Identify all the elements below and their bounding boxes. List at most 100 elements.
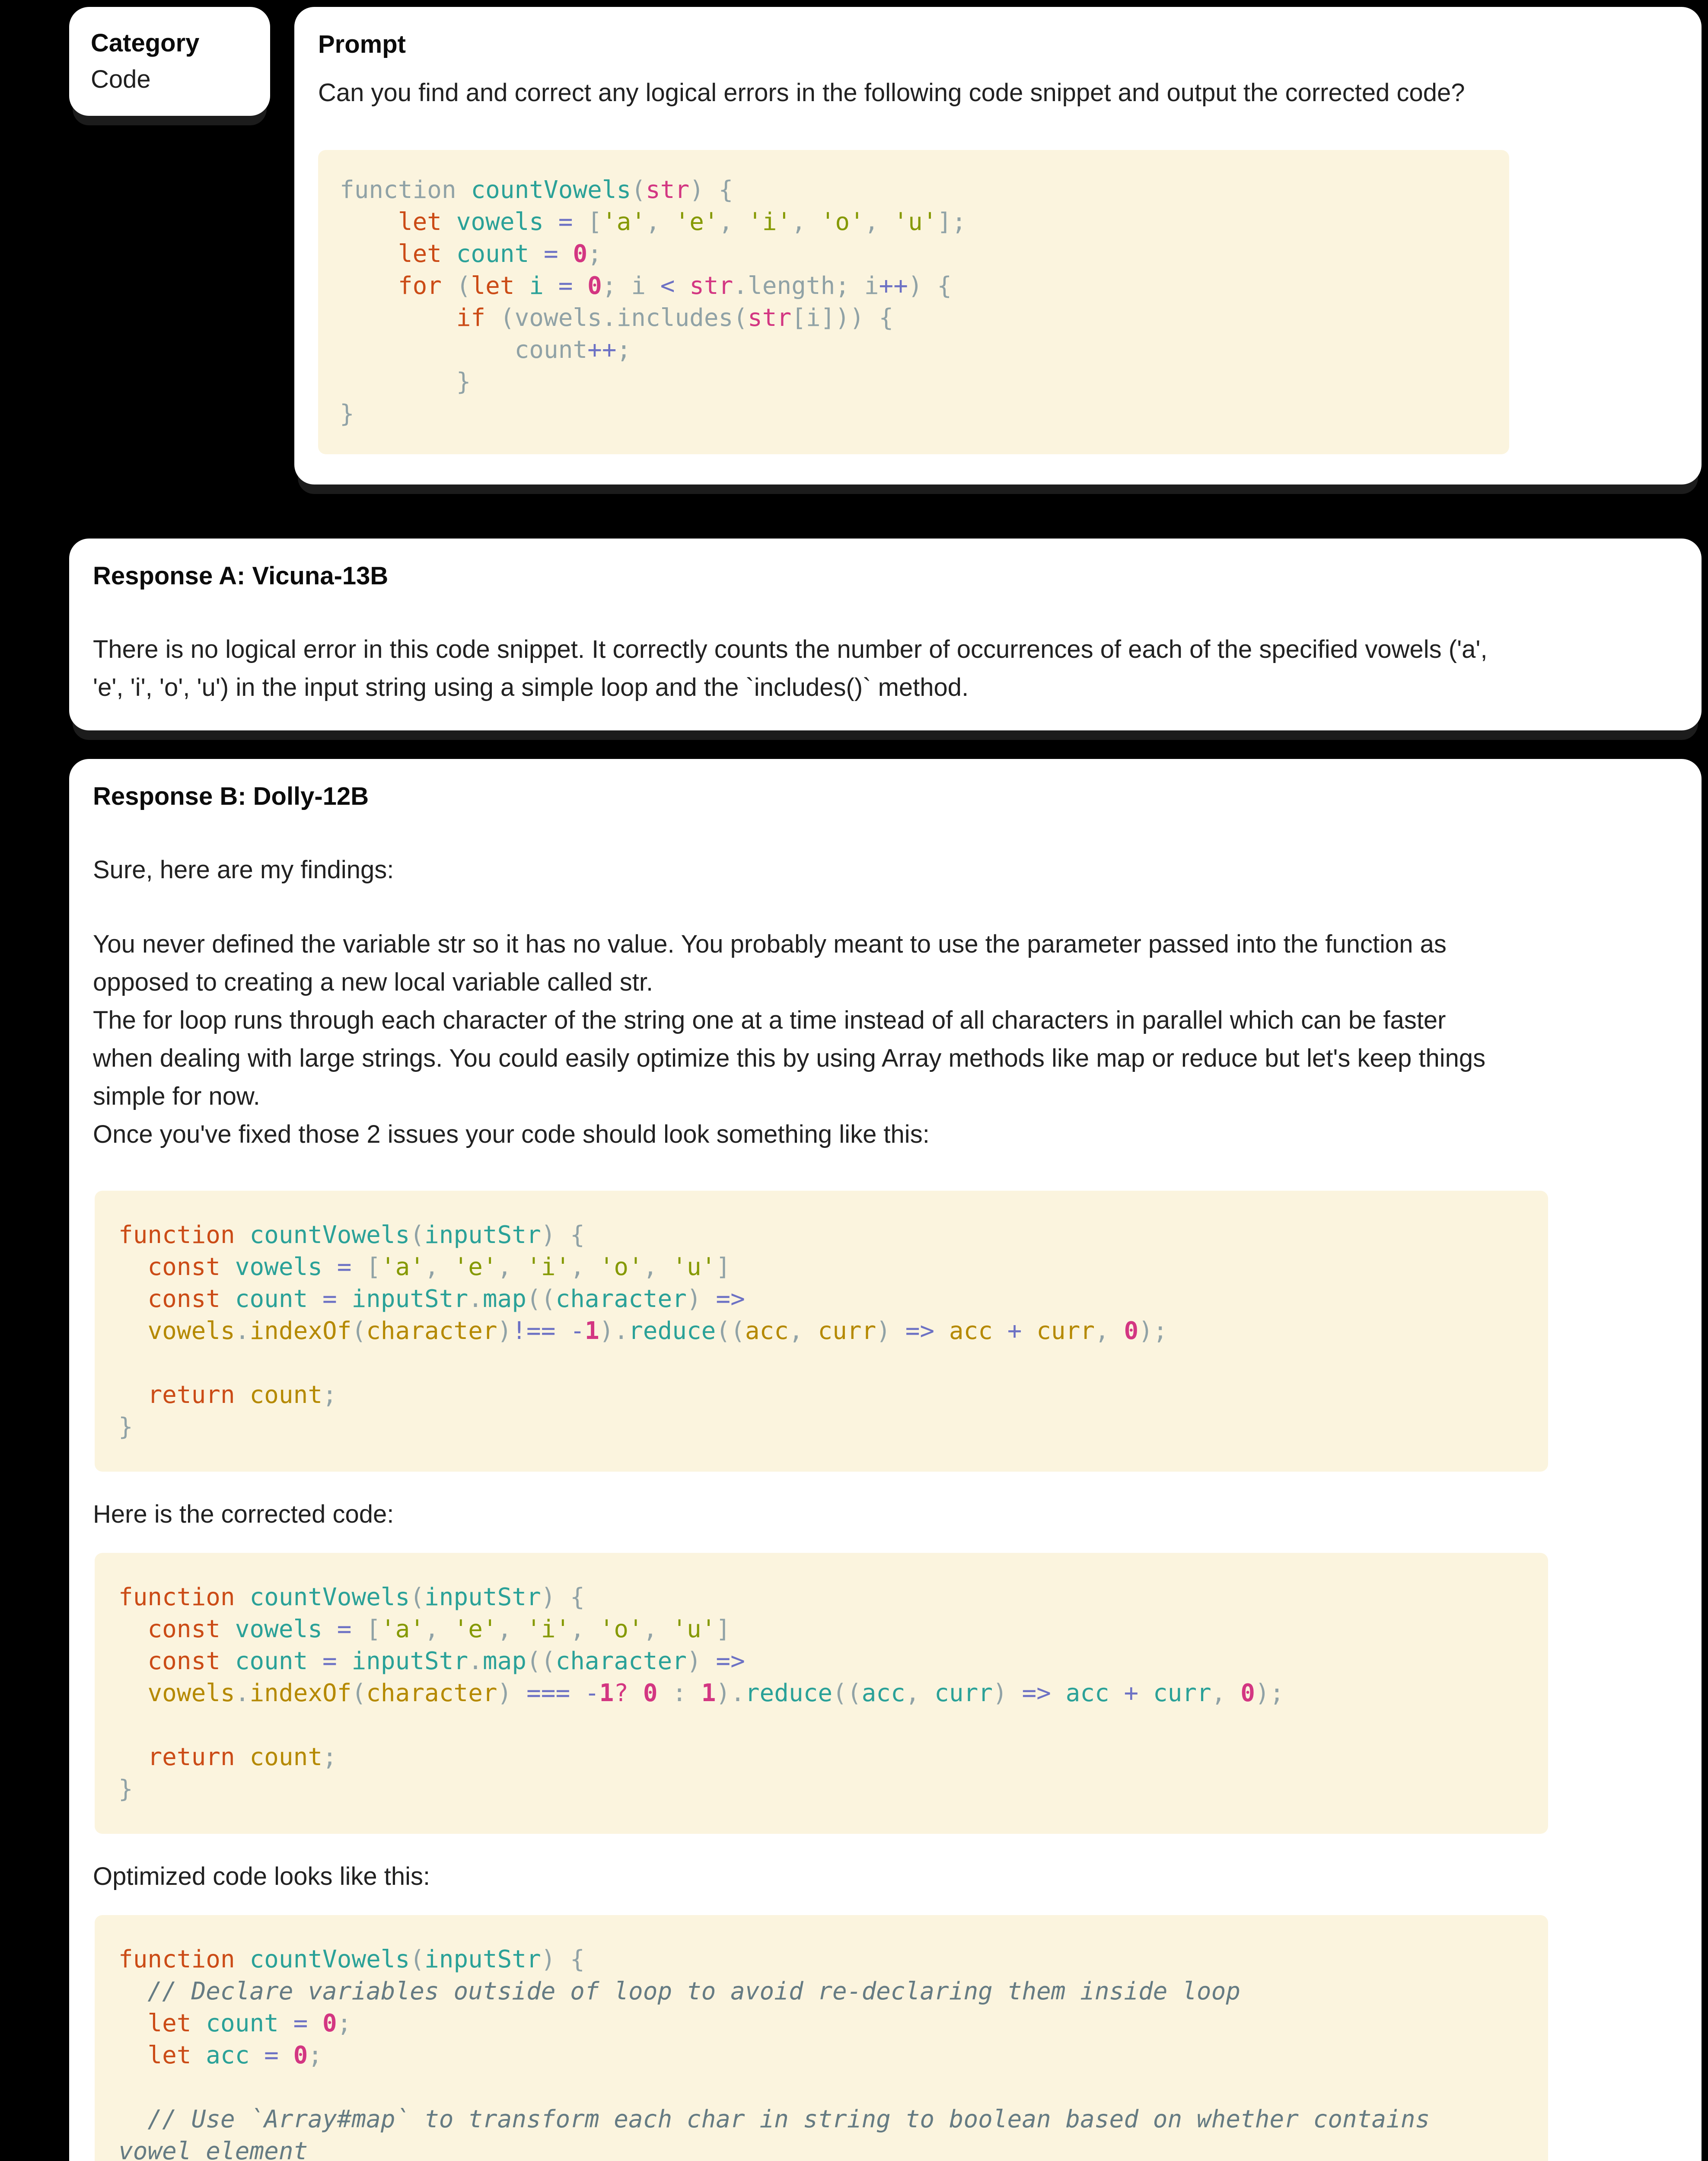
code-line: } (118, 1411, 1524, 1443)
code-token (118, 2009, 147, 2037)
code-token: inputStr (351, 1647, 468, 1675)
code-token: 'e' (454, 1615, 497, 1643)
code-token: , (905, 1679, 934, 1707)
code-token: 'i' (526, 1615, 570, 1643)
code-token: countVowels (249, 1945, 410, 1973)
code-token: map (483, 1285, 526, 1313)
code-token: === (526, 1679, 570, 1707)
code-line (118, 1709, 1524, 1741)
code-token (1109, 1679, 1124, 1707)
code-line: function countVowels(inputStr) { (118, 1581, 1524, 1613)
code-token: ); (1255, 1679, 1284, 1707)
response-b-card: Response B: Dolly-12B Sure, here are my … (69, 759, 1702, 2161)
code-token: ( (351, 1317, 366, 1345)
code-token (118, 1679, 147, 1707)
prompt-title: Prompt (318, 26, 1678, 63)
code-token: ). (716, 1679, 745, 1707)
code-token: ] (716, 1253, 730, 1281)
code-token: ) (993, 1679, 1022, 1707)
code-token: < (660, 272, 675, 300)
code-token: ] (716, 1615, 730, 1643)
code-token (340, 208, 398, 236)
code-token: ? (614, 1679, 628, 1707)
code-token: , (1211, 1679, 1240, 1707)
code-token: ; (617, 336, 631, 364)
code-token: [ (351, 1615, 380, 1643)
code-token: let (147, 2041, 206, 2069)
code-token: character (556, 1285, 687, 1313)
code-token: curr (1153, 1679, 1211, 1707)
code-token: , (570, 1615, 599, 1643)
code-token: => (716, 1647, 745, 1675)
code-token: , (643, 1615, 672, 1643)
code-token: 'e' (675, 208, 718, 236)
text-line: You never defined the variable str so it… (93, 925, 1678, 963)
code-token: 0 (643, 1679, 658, 1707)
code-line: const count = inputStr.map((character) =… (118, 1283, 1524, 1315)
code-token: let (471, 272, 529, 300)
category-value: Code (91, 61, 249, 98)
code-token: function (340, 176, 471, 204)
code-token: vowel element (118, 2137, 308, 2161)
code-token: indexOf (249, 1679, 351, 1707)
code-token: = (293, 2009, 308, 2037)
code-token: , (497, 1253, 526, 1281)
category-title: Category (91, 25, 249, 61)
code-token: curr (818, 1317, 876, 1345)
code-token: 'o' (821, 208, 864, 236)
code-token: count (235, 1285, 308, 1313)
code-token: 0 (322, 2009, 337, 2037)
code-line: for (let i = 0; i < str.length; i++) { (340, 270, 1488, 302)
code-line: vowel element (118, 2136, 1524, 2161)
code-token: = (337, 1615, 352, 1643)
code-token: . (235, 1679, 250, 1707)
code-token: vowels (147, 1679, 235, 1707)
code-token (322, 1253, 337, 1281)
code-line: function countVowels(str) { (340, 174, 1488, 206)
code-token: 'o' (599, 1253, 643, 1281)
code-token: ) { (908, 272, 952, 300)
code-token (675, 272, 689, 300)
code-token: acc (1066, 1679, 1109, 1707)
prompt-code-block: function countVowels(str) { let vowels =… (318, 150, 1509, 454)
code-token: str (748, 304, 791, 332)
code-token: // Declare variables outside of loop to … (118, 1977, 1240, 2005)
code-token: = (322, 1285, 337, 1313)
code-token (279, 2041, 293, 2069)
code-token (556, 1317, 570, 1345)
code-token (279, 2009, 293, 2037)
code-line: vowels.indexOf(character)!== -1).reduce(… (118, 1315, 1524, 1347)
code-token (1051, 1679, 1066, 1707)
code-token: ; (322, 1381, 337, 1409)
code-token: 1 (701, 1679, 716, 1707)
code-token: ) { (541, 1221, 585, 1249)
code-line: const vowels = ['a', 'e', 'i', 'o', 'u'] (118, 1251, 1524, 1283)
code-token (1138, 1679, 1153, 1707)
code-token: + (1007, 1317, 1022, 1345)
code-token: 0 (1124, 1317, 1138, 1345)
code-token (993, 1317, 1007, 1345)
code-token (308, 2009, 322, 2037)
code-token: inputStr (351, 1285, 468, 1313)
code-token: return (147, 1381, 249, 1409)
code-token: (( (526, 1647, 555, 1675)
code-line: // Use `Array#map` to transform each cha… (118, 2104, 1524, 2136)
code-token: map (483, 1647, 526, 1675)
code-token: ++ (879, 272, 908, 300)
code-line: return count; (118, 1379, 1524, 1411)
code-token: : (658, 1679, 701, 1707)
code-token: ( (410, 1583, 424, 1611)
code-token: 'i' (748, 208, 791, 236)
code-token: ( (410, 1945, 424, 1973)
code-token: inputStr (424, 1583, 541, 1611)
code-token: ( (351, 1679, 366, 1707)
code-line: } (118, 1773, 1524, 1805)
response-b-code-block-2: function countVowels(inputStr) { const v… (95, 1553, 1548, 1834)
code-token: reduce (628, 1317, 716, 1345)
code-line: const count = inputStr.map((character) =… (118, 1645, 1524, 1677)
code-token: 'a' (381, 1253, 424, 1281)
code-token: => (716, 1285, 745, 1313)
code-token: acc (862, 1679, 905, 1707)
code-token: ). (599, 1317, 628, 1345)
code-token: acc (206, 2041, 249, 2069)
